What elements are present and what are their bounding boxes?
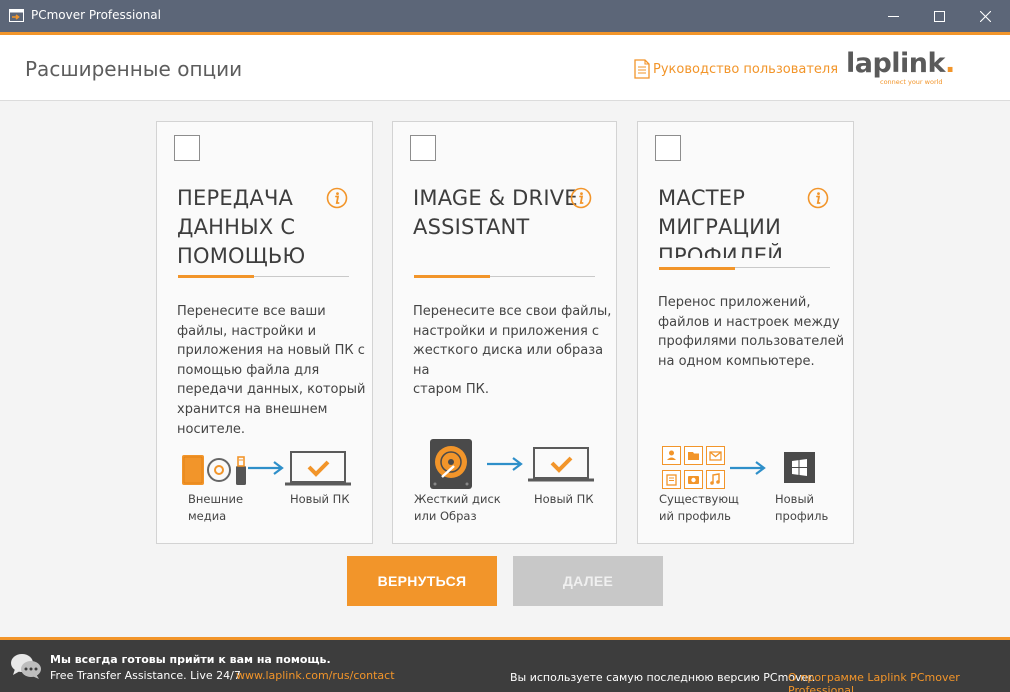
windows-icon xyxy=(784,452,815,483)
close-button[interactable] xyxy=(962,0,1008,32)
minimize-icon xyxy=(887,15,899,17)
maximize-button[interactable] xyxy=(916,0,962,32)
laptop-check-icon xyxy=(285,451,351,486)
source-caption: Внешние медиа xyxy=(188,492,244,523)
card-heading: IMAGE & DRIVE ASSISTANT xyxy=(413,186,578,239)
target-caption: Новый профиль xyxy=(775,492,829,523)
card-profile-migration[interactable]: МАСТЕР МИГРАЦИИ ПРОФИЛЕЙ Перенос приложе… xyxy=(637,121,854,544)
info-icon[interactable] xyxy=(570,187,592,209)
arrow-right-icon xyxy=(730,461,766,475)
file-transfer-checkbox[interactable] xyxy=(174,135,200,161)
card-heading: МАСТЕР МИГРАЦИИ ПРОФИЛЕЙ xyxy=(658,186,784,258)
next-button[interactable]: ДАЛЕЕ xyxy=(513,556,663,606)
back-button[interactable]: ВЕРНУТЬСЯ xyxy=(347,556,497,606)
document-icon xyxy=(634,59,650,79)
user-guide-link[interactable]: Руководство пользователя xyxy=(634,58,838,80)
user-guide-label: Руководство пользователя xyxy=(653,61,839,77)
window-title: PCmover Professional xyxy=(31,8,161,22)
card-image-drive[interactable]: IMAGE & DRIVE ASSISTANT Перенесите все с… xyxy=(392,121,617,544)
page-header: Расширенные опции Руководство пользовате… xyxy=(0,35,1010,101)
external-media-icon xyxy=(182,455,246,485)
footer: Мы всегда готовы прийти к вам на помощь.… xyxy=(0,640,1010,692)
minimize-button[interactable] xyxy=(870,0,916,32)
info-icon[interactable] xyxy=(326,187,348,209)
pcmover-icon xyxy=(9,9,24,22)
info-icon[interactable] xyxy=(807,187,829,209)
profile-migration-checkbox[interactable] xyxy=(655,135,681,161)
help-title: Мы всегда готовы прийти к вам на помощь. xyxy=(50,653,331,666)
card-description: Перенесите все свои файлы, настройки и п… xyxy=(413,304,612,398)
help-subtitle: Free Transfer Assistance. Live 24/7. xyxy=(50,669,245,682)
arrow-right-icon xyxy=(248,461,284,475)
laplink-logo: laplink. connect your world xyxy=(846,48,955,87)
target-caption: Новый ПК xyxy=(290,492,350,506)
card-heading: ПЕРЕДАЧА ДАННЫХ С ПОМОЩЬЮ xyxy=(177,186,306,268)
target-caption: Новый ПК xyxy=(534,492,594,506)
heading-underline xyxy=(659,267,735,270)
version-status: Вы используете самую последнюю версию PC… xyxy=(510,671,816,684)
chat-bubbles-icon xyxy=(11,654,41,679)
hard-drive-icon xyxy=(430,439,472,489)
card-description: Перенесите все ваши файлы, настройки и п… xyxy=(177,304,366,437)
heading-underline xyxy=(178,275,254,278)
about-link[interactable]: О программе Laplink PCmover Professional xyxy=(788,671,1010,692)
heading-underline xyxy=(414,275,490,278)
close-icon xyxy=(979,10,991,22)
image-drive-checkbox[interactable] xyxy=(410,135,436,161)
card-file-transfer[interactable]: ПЕРЕДАЧА ДАННЫХ С ПОМОЩЬЮ Перенесите все… xyxy=(156,121,373,544)
card-description: Перенос приложений, файлов и настроек ме… xyxy=(658,295,845,369)
source-caption: Жесткий диск или Образ xyxy=(414,492,501,523)
profile-grid-icon xyxy=(662,446,725,489)
source-caption: Существующ ий профиль xyxy=(659,492,739,523)
page-title: Расширенные опции xyxy=(25,57,243,81)
title-bar: PCmover Professional xyxy=(0,0,1010,32)
maximize-icon xyxy=(933,10,945,22)
contact-link[interactable]: www.laplink.com/rus/contact xyxy=(236,669,395,682)
arrow-right-icon xyxy=(487,457,523,471)
laptop-check-icon xyxy=(528,447,594,482)
